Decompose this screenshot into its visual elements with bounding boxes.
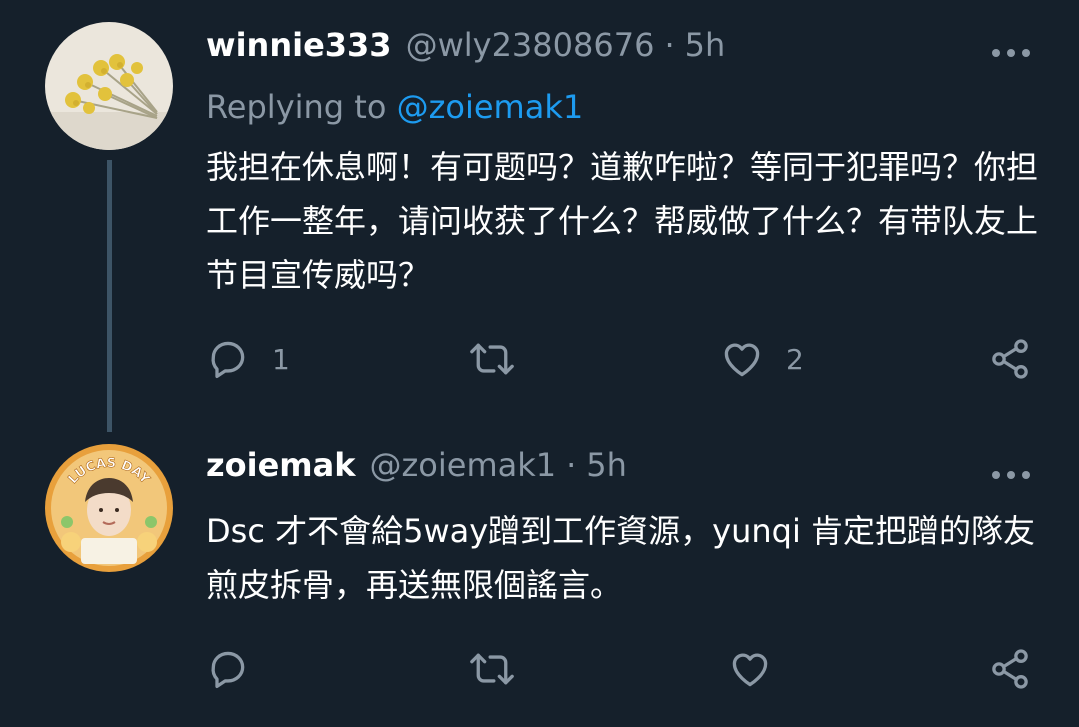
reply-button[interactable] (206, 644, 272, 694)
tweet-header: winnie333 @wly23808676 · 5h (206, 26, 725, 74)
more-icon[interactable] (991, 44, 1031, 57)
retweet-button[interactable] (468, 334, 538, 384)
like-button[interactable] (728, 644, 794, 694)
retweet-button[interactable] (468, 644, 538, 694)
avatar[interactable] (45, 22, 173, 150)
reply-icon (206, 647, 250, 691)
more-icon[interactable] (991, 466, 1031, 479)
timestamp[interactable]: 5h (586, 446, 627, 484)
retweet-icon (468, 337, 516, 381)
reply-button[interactable]: 1 (206, 334, 290, 384)
retweet-icon (468, 647, 516, 691)
timestamp[interactable]: 5h (685, 26, 726, 64)
like-count: 2 (786, 342, 804, 376)
like-button[interactable]: 2 (720, 334, 804, 384)
user-handle[interactable]: @zoiemak1 (370, 446, 557, 484)
reply-icon (206, 337, 250, 381)
share-icon (988, 647, 1032, 691)
display-name[interactable]: zoiemak (206, 446, 356, 484)
replying-to: Replying to @zoiemak1 (206, 88, 583, 126)
display-name[interactable]: winnie333 (206, 26, 392, 64)
replying-to-label: Replying to (206, 88, 397, 126)
avatar[interactable]: LUCAS DAY (45, 444, 173, 572)
like-icon (728, 647, 772, 691)
share-button[interactable] (988, 644, 1032, 694)
action-bar: 1 2 (206, 334, 1036, 384)
reply-count: 1 (272, 342, 290, 376)
separator-dot: · (566, 446, 577, 484)
action-bar (206, 644, 1036, 694)
tweet-text: 我担在休息啊！有可题吗？道歉咋啦？等同于犯罪吗？你担工作一整年，请问收获了什么？… (206, 148, 1039, 294)
mention-link[interactable]: @zoiemak1 (397, 88, 584, 126)
tweet-2[interactable]: LUCAS DAY zoiemak @zoiemak1 · 5h Dsc 才不會… (0, 440, 1079, 727)
share-icon (988, 337, 1032, 381)
separator-dot: · (664, 26, 675, 64)
like-icon (720, 337, 764, 381)
thread-line (107, 160, 112, 432)
share-button[interactable] (988, 334, 1032, 384)
user-handle[interactable]: @wly23808676 (406, 26, 655, 64)
tweet-header: zoiemak @zoiemak1 · 5h (206, 446, 627, 494)
tweet-1[interactable]: winnie333 @wly23808676 · 5h Replying to … (0, 0, 1079, 440)
tweet-text: Dsc 才不會給5way蹭到工作資源，yunqi 肯定把蹭的隊友煎皮拆骨，再送無… (206, 512, 1036, 604)
